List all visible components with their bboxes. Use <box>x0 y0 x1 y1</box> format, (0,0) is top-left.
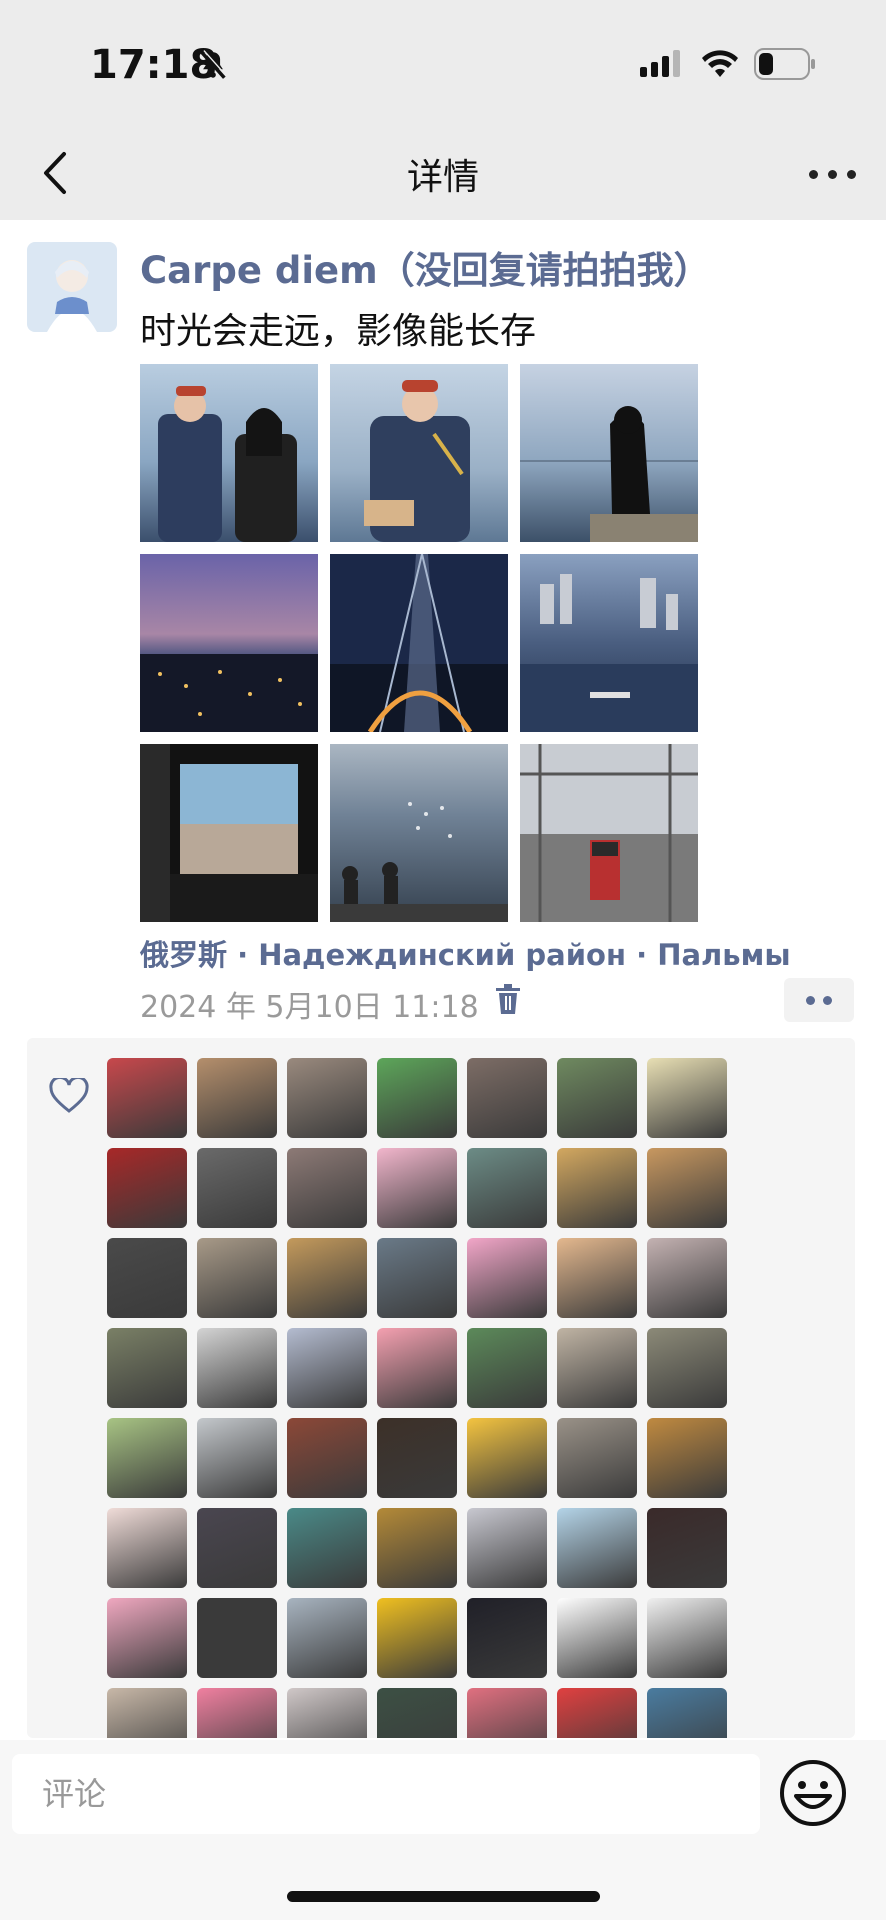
liker-avatar[interactable] <box>107 1688 187 1738</box>
liker-avatar[interactable] <box>377 1148 457 1228</box>
liker-avatar[interactable] <box>557 1058 637 1138</box>
liker-avatar[interactable] <box>467 1238 547 1318</box>
post-text: 时光会走远，影像能长存 <box>140 311 537 352</box>
battery-icon <box>754 48 816 84</box>
liker-avatar[interactable] <box>197 1148 277 1228</box>
liker-avatar[interactable] <box>647 1418 727 1498</box>
photo-2[interactable] <box>330 364 508 542</box>
photo-5[interactable] <box>330 554 508 732</box>
liker-avatar[interactable] <box>377 1328 457 1408</box>
liker-avatar[interactable] <box>287 1688 367 1738</box>
bell-muted-icon <box>196 48 230 86</box>
comment-input[interactable] <box>12 1754 760 1834</box>
liker-avatar[interactable] <box>557 1328 637 1408</box>
liker-avatar[interactable] <box>647 1508 727 1588</box>
liker-avatar[interactable] <box>197 1598 277 1678</box>
liker-avatar[interactable] <box>287 1148 367 1228</box>
liker-avatar[interactable] <box>557 1238 637 1318</box>
photo-3[interactable] <box>520 364 698 542</box>
liker-avatar[interactable] <box>557 1508 637 1588</box>
trash-icon[interactable] <box>494 984 522 1020</box>
liker-avatar[interactable] <box>107 1328 187 1408</box>
home-indicator[interactable] <box>287 1891 600 1902</box>
heart-icon <box>49 1075 89 1118</box>
liker-avatar[interactable] <box>467 1508 547 1588</box>
liker-avatar[interactable] <box>377 1238 457 1318</box>
liker-avatar[interactable] <box>377 1418 457 1498</box>
liker-avatar[interactable] <box>467 1418 547 1498</box>
liker-avatar[interactable] <box>467 1688 547 1738</box>
photo-6[interactable] <box>520 554 698 732</box>
liker-avatar[interactable] <box>287 1328 367 1408</box>
liker-avatar[interactable] <box>467 1148 547 1228</box>
photo-9[interactable] <box>520 744 698 922</box>
post-location[interactable]: 俄罗斯 · Надеждинский район · Пальмы <box>140 932 791 974</box>
liker-avatar[interactable] <box>557 1688 637 1738</box>
photo-4[interactable] <box>140 554 318 732</box>
author-name[interactable]: Carpe diem（没回复请拍拍我） <box>140 240 711 294</box>
liker-avatar[interactable] <box>647 1148 727 1228</box>
liker-avatar[interactable] <box>287 1598 367 1678</box>
liker-avatar[interactable] <box>197 1238 277 1318</box>
liker-avatar[interactable] <box>377 1508 457 1588</box>
liker-avatar[interactable] <box>107 1418 187 1498</box>
liker-avatar[interactable] <box>287 1418 367 1498</box>
liker-avatar[interactable] <box>647 1598 727 1678</box>
liker-avatar[interactable] <box>557 1418 637 1498</box>
liker-avatar[interactable] <box>197 1418 277 1498</box>
photo-1[interactable] <box>140 364 318 542</box>
emoji-icon[interactable] <box>778 1758 848 1832</box>
author-avatar[interactable] <box>27 242 117 332</box>
liker-avatar[interactable] <box>647 1058 727 1138</box>
liker-avatar[interactable] <box>287 1238 367 1318</box>
status-bar: 17:18 <box>0 0 886 130</box>
liker-avatar[interactable] <box>107 1058 187 1138</box>
liker-avatar[interactable] <box>107 1148 187 1228</box>
likes-panel <box>27 1038 855 1738</box>
liker-avatar[interactable] <box>287 1058 367 1138</box>
liker-avatar[interactable] <box>647 1238 727 1318</box>
navigation-bar: 详情 <box>0 130 886 220</box>
liker-avatar[interactable] <box>557 1148 637 1228</box>
liker-avatar[interactable] <box>197 1058 277 1138</box>
liker-avatar[interactable] <box>377 1058 457 1138</box>
photo-grid <box>140 364 700 922</box>
liker-avatar[interactable] <box>467 1058 547 1138</box>
liker-avatar[interactable] <box>467 1328 547 1408</box>
liker-avatar[interactable] <box>107 1238 187 1318</box>
comment-like-menu-button[interactable] <box>784 978 854 1022</box>
liker-avatar[interactable] <box>557 1598 637 1678</box>
liker-avatar[interactable] <box>107 1598 187 1678</box>
liker-avatar[interactable] <box>647 1328 727 1408</box>
liker-avatar[interactable] <box>377 1688 457 1738</box>
page-title: 详情 <box>406 157 479 198</box>
cellular-signal-icon <box>640 49 686 83</box>
more-options-icon[interactable] <box>809 170 856 179</box>
liker-avatar[interactable] <box>197 1328 277 1408</box>
liker-avatar[interactable] <box>647 1688 727 1738</box>
liker-avatar[interactable] <box>107 1508 187 1588</box>
liker-avatar[interactable] <box>467 1598 547 1678</box>
wifi-icon <box>700 49 740 83</box>
photo-8[interactable] <box>330 744 508 922</box>
liker-avatar[interactable] <box>377 1598 457 1678</box>
liker-avatar[interactable] <box>287 1508 367 1588</box>
photo-7[interactable] <box>140 744 318 922</box>
post-date: 2024 年 5月10日 11:18 <box>140 990 479 1025</box>
liker-avatar[interactable] <box>197 1688 277 1738</box>
liker-avatar[interactable] <box>197 1508 277 1588</box>
